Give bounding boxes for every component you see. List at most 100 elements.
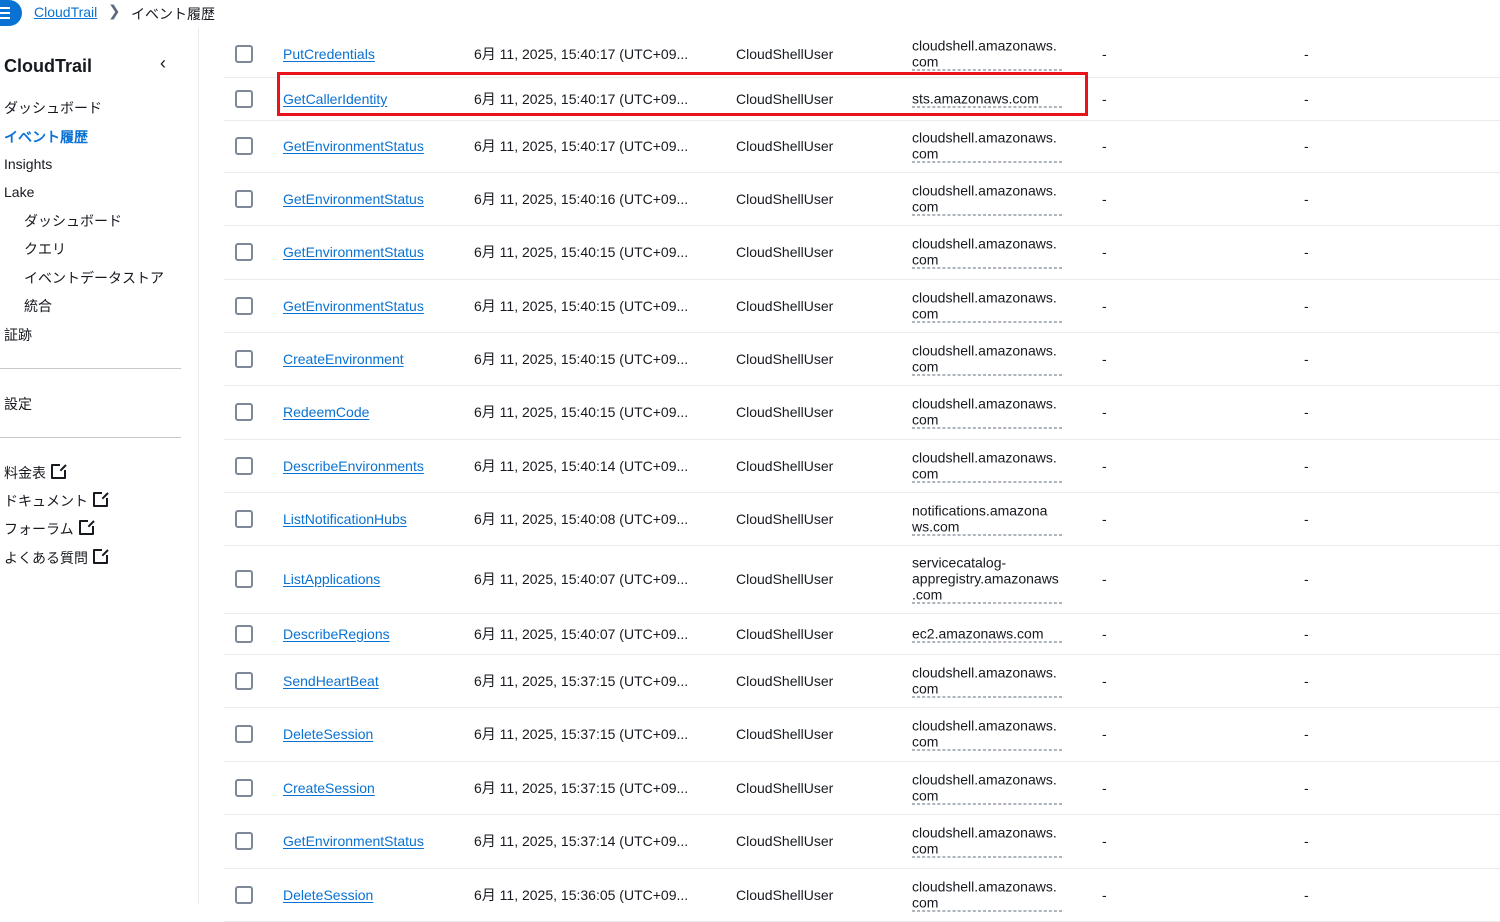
- event-user: CloudShellUser: [736, 726, 834, 742]
- event-source[interactable]: cloudshell.amazonaws. com: [912, 878, 1062, 911]
- nav-item-trails[interactable]: 証跡: [4, 325, 32, 345]
- external-link-icon: [51, 463, 67, 479]
- row-checkbox[interactable]: [235, 725, 253, 743]
- event-user: CloudShellUser: [736, 297, 834, 314]
- resource-type-cell: -: [1102, 138, 1107, 154]
- resource-type-cell: -: [1102, 886, 1107, 903]
- resource-name-cell: -: [1304, 46, 1309, 62]
- event-time: 6月 11, 2025, 15:37:15 (UTC+09...: [474, 672, 689, 689]
- row-checkbox[interactable]: [235, 89, 253, 108]
- row-checkbox[interactable]: [235, 243, 253, 261]
- event-name-link[interactable]: GetEnvironmentStatus: [283, 298, 424, 314]
- event-name-link[interactable]: GetEnvironmentStatus: [283, 833, 424, 849]
- nav-link-forum[interactable]: フォーラム: [4, 519, 95, 539]
- event-source-line: com: [912, 733, 939, 750]
- event-source[interactable]: ec2.amazonaws.com: [912, 625, 1062, 642]
- event-source[interactable]: cloudshell.amazonaws. com: [912, 771, 1062, 804]
- table-row: CreateSession 6月 11, 2025, 15:37:15 (UTC+…: [224, 761, 1500, 815]
- nav-link-faq[interactable]: よくある質問: [4, 548, 109, 568]
- event-source[interactable]: servicecatalog-appregistry.amazonaws .com: [912, 555, 1062, 604]
- row-checkbox[interactable]: [235, 403, 253, 421]
- event-name-link[interactable]: ListNotificationHubs: [283, 511, 407, 527]
- table-row: GetEnvironmentStatus 6月 11, 2025, 15:40:1…: [224, 172, 1500, 226]
- event-name-link[interactable]: GetEnvironmentStatus: [283, 138, 424, 154]
- menu-icon[interactable]: [0, 0, 22, 26]
- chevron-left-icon[interactable]: ‹: [160, 53, 166, 74]
- nav-link-label: ドキュメント: [4, 493, 88, 509]
- external-link-icon: [93, 491, 109, 507]
- row-checkbox[interactable]: [235, 832, 253, 850]
- event-name-link[interactable]: DescribeRegions: [283, 626, 390, 642]
- event-time: 6月 11, 2025, 15:40:15 (UTC+09...: [474, 244, 689, 260]
- row-checkbox[interactable]: [235, 624, 253, 643]
- event-name-link[interactable]: GetEnvironmentStatus: [283, 244, 424, 260]
- row-checkbox[interactable]: [235, 296, 253, 315]
- table-row: CreateEnvironment 6月 11, 2025, 15:40:15 (…: [224, 332, 1500, 386]
- event-name-link[interactable]: ListApplications: [283, 571, 380, 587]
- event-name-link[interactable]: CreateEnvironment: [283, 351, 404, 367]
- nav-item-dashboard[interactable]: ダッシュボード: [4, 98, 102, 118]
- event-source[interactable]: notifications.amazona ws.com: [912, 502, 1062, 535]
- event-user: CloudShellUser: [736, 571, 834, 587]
- event-name-link[interactable]: DeleteSession: [283, 887, 373, 903]
- event-source[interactable]: cloudshell.amazonaws. com: [912, 396, 1062, 429]
- resource-type-cell: -: [1102, 571, 1107, 587]
- event-source-line: com: [912, 53, 939, 70]
- event-source-line: cloudshell.amazonaws.: [912, 37, 1057, 54]
- resource-type-cell: -: [1102, 90, 1107, 107]
- nav-item-integrations[interactable]: 統合: [24, 296, 52, 316]
- event-name-link[interactable]: RedeemCode: [283, 404, 369, 420]
- event-source[interactable]: cloudshell.amazonaws. com: [912, 38, 1062, 71]
- nav-item-lake-dashboard[interactable]: ダッシュボード: [24, 211, 122, 231]
- event-source[interactable]: cloudshell.amazonaws. com: [912, 289, 1062, 322]
- highlight-box: [277, 72, 1088, 116]
- row-checkbox[interactable]: [235, 885, 253, 904]
- event-name-link[interactable]: SendHeartBeat: [283, 673, 379, 689]
- event-source-line: ec2.amazonaws.com: [912, 625, 1044, 641]
- row-checkbox[interactable]: [235, 570, 253, 588]
- event-source[interactable]: cloudshell.amazonaws. com: [912, 825, 1062, 858]
- event-name-link[interactable]: GetEnvironmentStatus: [283, 191, 424, 207]
- row-checkbox[interactable]: [235, 778, 253, 797]
- event-source[interactable]: cloudshell.amazonaws. com: [912, 342, 1062, 375]
- event-time: 6月 11, 2025, 15:40:17 (UTC+09...: [474, 138, 689, 154]
- nav-item-event-data-store[interactable]: イベントデータストア: [24, 268, 164, 288]
- resource-name-cell: -: [1304, 138, 1309, 154]
- row-checkbox[interactable]: [235, 671, 253, 690]
- row-checkbox[interactable]: [235, 189, 253, 208]
- nav-link-pricing[interactable]: 料金表: [4, 463, 67, 483]
- event-name-link[interactable]: DeleteSession: [283, 726, 373, 742]
- row-checkbox[interactable]: [235, 137, 253, 155]
- event-time: 6月 11, 2025, 15:40:17 (UTC+09...: [474, 46, 689, 62]
- event-source[interactable]: cloudshell.amazonaws. com: [912, 718, 1062, 751]
- table-row: DescribeRegions 6月 11, 2025, 15:40:07 (UT…: [224, 613, 1500, 655]
- events-table: PutCredentials 6月 11, 2025, 15:40:17 (UTC…: [224, 0, 1500, 922]
- event-source[interactable]: cloudshell.amazonaws. com: [912, 130, 1062, 163]
- row-checkbox[interactable]: [235, 456, 253, 475]
- event-source[interactable]: cloudshell.amazonaws. com: [912, 664, 1062, 697]
- event-name-link[interactable]: CreateSession: [283, 780, 375, 796]
- nav-item-event-history[interactable]: イベント履歴: [4, 127, 88, 147]
- event-source[interactable]: cloudshell.amazonaws. com: [912, 182, 1062, 215]
- resource-name-cell: -: [1304, 779, 1309, 796]
- event-source-line: com: [912, 358, 939, 374]
- breadcrumb-link-cloudtrail[interactable]: CloudTrail: [34, 4, 97, 20]
- event-source[interactable]: cloudshell.amazonaws. com: [912, 236, 1062, 269]
- event-source[interactable]: cloudshell.amazonaws. com: [912, 449, 1062, 482]
- event-name-link[interactable]: DescribeEnvironments: [283, 458, 424, 474]
- nav-item-insights[interactable]: Insights: [4, 156, 52, 172]
- event-user: CloudShellUser: [736, 886, 834, 903]
- event-user: CloudShellUser: [736, 244, 834, 260]
- event-name-link[interactable]: PutCredentials: [283, 46, 375, 62]
- event-user: CloudShellUser: [736, 510, 834, 527]
- table-row: SendHeartBeat 6月 11, 2025, 15:37:15 (UTC+…: [224, 654, 1500, 708]
- nav-item-settings[interactable]: 設定: [4, 394, 32, 414]
- row-checkbox[interactable]: [235, 349, 253, 368]
- nav-link-documentation[interactable]: ドキュメント: [4, 491, 109, 511]
- table-row: RedeemCode 6月 11, 2025, 15:40:15 (UTC+09.…: [224, 385, 1500, 440]
- nav-item-query[interactable]: クエリ: [24, 239, 66, 259]
- row-checkbox[interactable]: [235, 45, 253, 63]
- row-checkbox[interactable]: [235, 509, 253, 528]
- event-time: 6月 11, 2025, 15:40:15 (UTC+09...: [474, 297, 689, 314]
- event-time: 6月 11, 2025, 15:37:15 (UTC+09...: [474, 779, 689, 796]
